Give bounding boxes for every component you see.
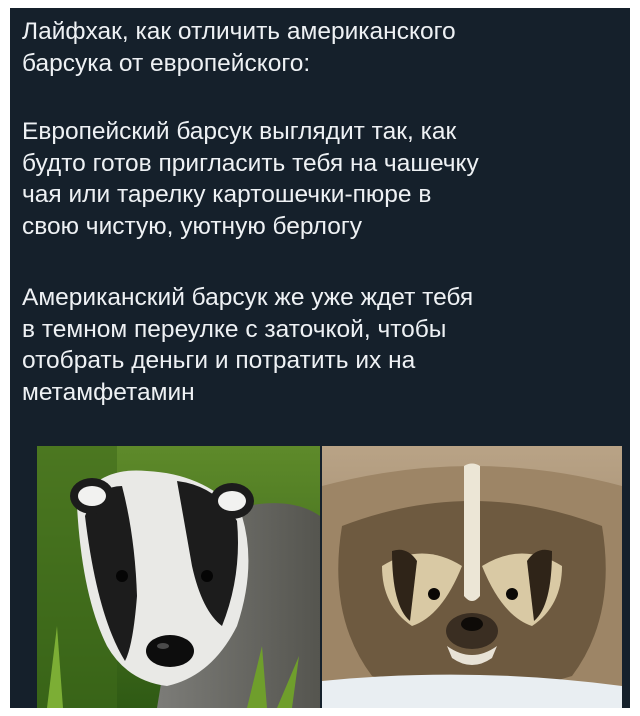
american-badger-photo (322, 446, 622, 708)
post-paragraph-european: Европейский барсук выглядит так, как буд… (22, 118, 479, 240)
post-paragraph-american: Американский барсук же уже ждет тебя в т… (22, 284, 474, 406)
european-badger-photo (37, 446, 320, 708)
post-title: Лайфхак, как отличить американского барс… (22, 18, 456, 77)
post-card: Лайфхак, как отличить американского барс… (10, 8, 630, 708)
